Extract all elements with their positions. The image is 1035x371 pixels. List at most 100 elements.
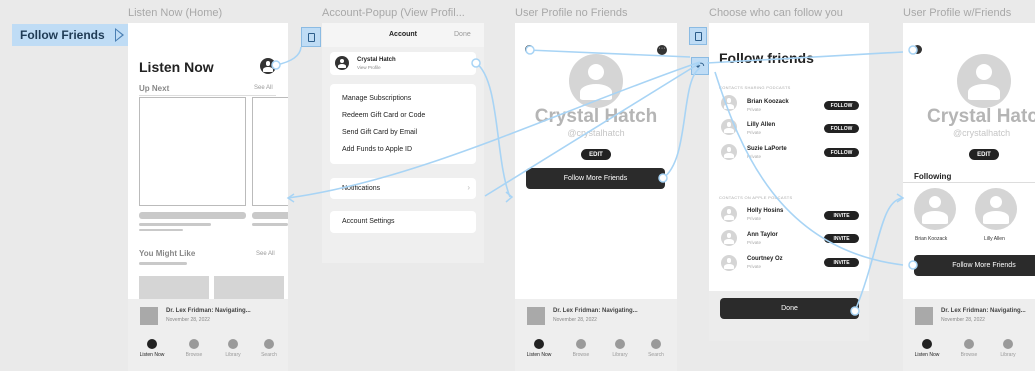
contact-name: Suzie LaPorte — [747, 146, 787, 152]
flow-label-text: Follow Friends — [20, 28, 105, 42]
overlay-indicator-icon[interactable] — [689, 27, 707, 45]
page-title: Listen Now — [139, 59, 214, 75]
back-icon[interactable] — [525, 45, 534, 54]
account-settings-row[interactable]: Account Settings — [330, 211, 476, 233]
follow-more-friends-button[interactable]: Follow More Friends — [914, 255, 1035, 276]
frame-account-popup: Account Done Crystal Hatch View Profile … — [322, 23, 484, 263]
now-playing-title[interactable]: Dr. Lex Fridman: Navigating... — [553, 308, 638, 314]
invite-button[interactable]: INVITE — [824, 211, 859, 220]
account-avatar-button[interactable] — [260, 58, 276, 74]
account-settings-label: Account Settings — [342, 218, 395, 225]
flow-start-label[interactable]: Follow Friends — [12, 24, 132, 46]
tab-listen-now[interactable]: Listen Now — [525, 339, 553, 358]
profile-name: Crystal Hatch — [534, 106, 658, 127]
edit-button[interactable]: EDIT — [581, 149, 611, 160]
account-menu: Manage Subscriptions Redeem Gift Card or… — [330, 84, 476, 164]
contact-privacy: Private — [747, 154, 762, 159]
tab-browse[interactable]: Browse — [180, 339, 208, 358]
follow-button[interactable]: FOLLOW — [824, 101, 859, 110]
contact-avatar — [721, 230, 737, 246]
frame-title-profile-with-friends: User Profile w/Friends — [903, 7, 1012, 19]
contact-avatar — [721, 144, 737, 160]
now-playing-artwork[interactable] — [527, 307, 545, 325]
done-button[interactable]: Done — [454, 31, 471, 38]
more-icon[interactable]: ··· — [657, 45, 667, 55]
contact-avatar — [721, 95, 737, 111]
tab-listen-now[interactable]: Listen Now — [138, 339, 166, 358]
back-icon[interactable] — [913, 45, 922, 54]
profile-row[interactable]: Crystal Hatch View Profile — [330, 52, 476, 75]
now-playing-date: November 28, 2022 — [553, 317, 597, 323]
tab-browse[interactable]: Browse — [567, 339, 595, 358]
divider — [139, 95, 276, 96]
frame-listen-now: Listen Now Up Next See All You Might Lik… — [128, 23, 288, 371]
profile-name: Crystal Hatch — [357, 57, 396, 63]
invite-button[interactable]: INVITE — [824, 258, 859, 267]
friend-avatar[interactable] — [975, 188, 1017, 230]
contact-name: Courtney Oz — [747, 256, 783, 262]
done-button[interactable]: Done — [720, 298, 859, 319]
tab-search[interactable]: Search — [255, 339, 283, 358]
contact-avatar — [721, 206, 737, 222]
card-subtitle-placeholder — [252, 223, 288, 226]
tab-library[interactable]: Library — [219, 339, 247, 358]
up-next-heading: Up Next — [139, 84, 170, 93]
tab-listen-now[interactable]: Listen Now — [913, 339, 941, 358]
see-all-link[interactable]: See All — [256, 251, 275, 257]
now-playing-title[interactable]: Dr. Lex Fridman: Navigating... — [166, 308, 251, 314]
notifications-row[interactable]: Notifications › — [330, 178, 476, 199]
friend-name: Lilly Allen — [984, 236, 1005, 242]
up-next-card[interactable] — [139, 97, 246, 206]
contact-name: Ann Taylor — [747, 232, 778, 238]
frame-profile-with-friends: Crystal Hatch @crystalhatch EDIT Followi… — [903, 23, 1035, 371]
card-subtitle-placeholder — [139, 223, 211, 226]
contact-privacy: Private — [747, 107, 762, 112]
up-next-card[interactable] — [252, 97, 288, 206]
now-playing-date: November 28, 2022 — [166, 317, 210, 323]
now-playing-artwork[interactable] — [140, 307, 158, 325]
swap-back-icon[interactable]: ↶ — [691, 57, 709, 75]
follow-button[interactable]: FOLLOW — [824, 124, 859, 133]
card-meta-placeholder — [139, 229, 183, 231]
divider — [903, 182, 1035, 183]
notifications-label: Notifications — [342, 185, 381, 192]
frame-title-listen-now: Listen Now (Home) — [128, 7, 223, 19]
tab-search[interactable]: Search — [642, 339, 670, 358]
play-icon — [115, 28, 124, 42]
overlay-indicator-icon[interactable] — [301, 27, 321, 47]
frame-title-choose-followers: Choose who can follow you — [709, 7, 843, 19]
following-heading: Following — [914, 172, 952, 181]
card-title-placeholder — [252, 212, 288, 219]
bottom-player-and-tabs: Dr. Lex Fridman: Navigating... November … — [128, 299, 288, 371]
follow-button[interactable]: FOLLOW — [824, 148, 859, 157]
page-title: Follow friends — [719, 50, 814, 66]
invite-button[interactable]: INVITE — [824, 234, 859, 243]
edit-button[interactable]: EDIT — [969, 149, 999, 160]
menu-item-redeem-gift-card[interactable]: Redeem Gift Card or Code — [342, 112, 425, 119]
friend-avatar[interactable] — [914, 188, 956, 230]
now-playing-artwork[interactable] — [915, 307, 933, 325]
menu-item-add-funds[interactable]: Add Funds to Apple ID — [342, 146, 412, 153]
menu-item-manage-subscriptions[interactable]: Manage Subscriptions — [342, 95, 411, 102]
see-all-link[interactable]: See All — [254, 85, 273, 91]
tab-browse[interactable]: Browse — [955, 339, 983, 358]
now-playing-date: November 28, 2022 — [941, 317, 985, 323]
contact-name: Lilly Allen — [747, 122, 776, 128]
now-playing-title[interactable]: Dr. Lex Fridman: Navigating... — [941, 308, 1026, 314]
profile-avatar — [569, 54, 623, 108]
tab-library[interactable]: Library — [606, 339, 634, 358]
section-heading-sharing: CONTACTS SHARING PODCASTS — [719, 85, 791, 90]
bottom-player-and-tabs: Dr. Lex Fridman: Navigating... November … — [515, 299, 677, 371]
contact-name: Brian Koozack — [747, 99, 789, 105]
section-heading-on-apple: CONTACTS ON APPLE PODCASTS — [719, 195, 793, 200]
card-title-placeholder — [139, 212, 246, 219]
menu-item-send-gift-card[interactable]: Send Gift Card by Email — [342, 129, 417, 136]
contact-privacy: Private — [747, 216, 762, 221]
view-profile-label: View Profile — [357, 65, 381, 70]
follow-more-friends-button[interactable]: Follow More Friends — [526, 168, 665, 189]
contact-privacy: Private — [747, 240, 762, 245]
frame-title-account-popup: Account-Popup (View Profil... — [322, 7, 465, 19]
tab-library[interactable]: Library — [994, 339, 1022, 358]
profile-handle: @crystalhatch — [567, 128, 625, 138]
contact-privacy: Private — [747, 264, 762, 269]
